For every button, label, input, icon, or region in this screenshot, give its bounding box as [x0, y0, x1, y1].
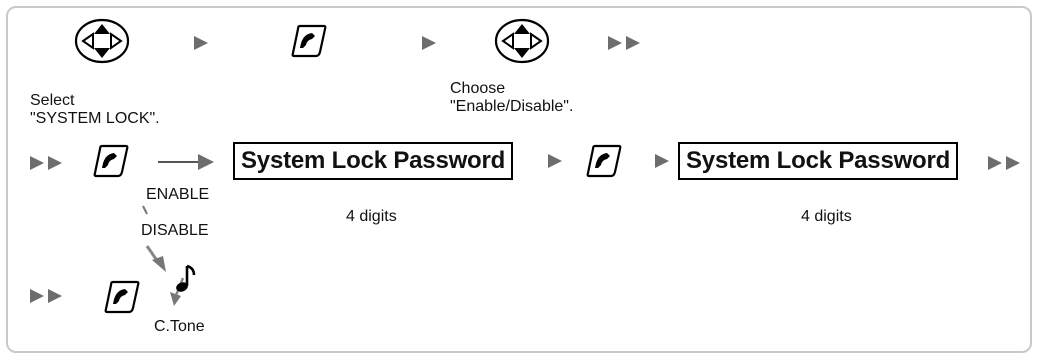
- disable-branch-connector: [142, 205, 185, 306]
- musical-note-icon: [176, 264, 196, 292]
- double-triangle-arrow-icon: [30, 289, 62, 303]
- enter-key-icon: [104, 280, 140, 314]
- confirmation-tone-label: C.Tone: [154, 318, 205, 335]
